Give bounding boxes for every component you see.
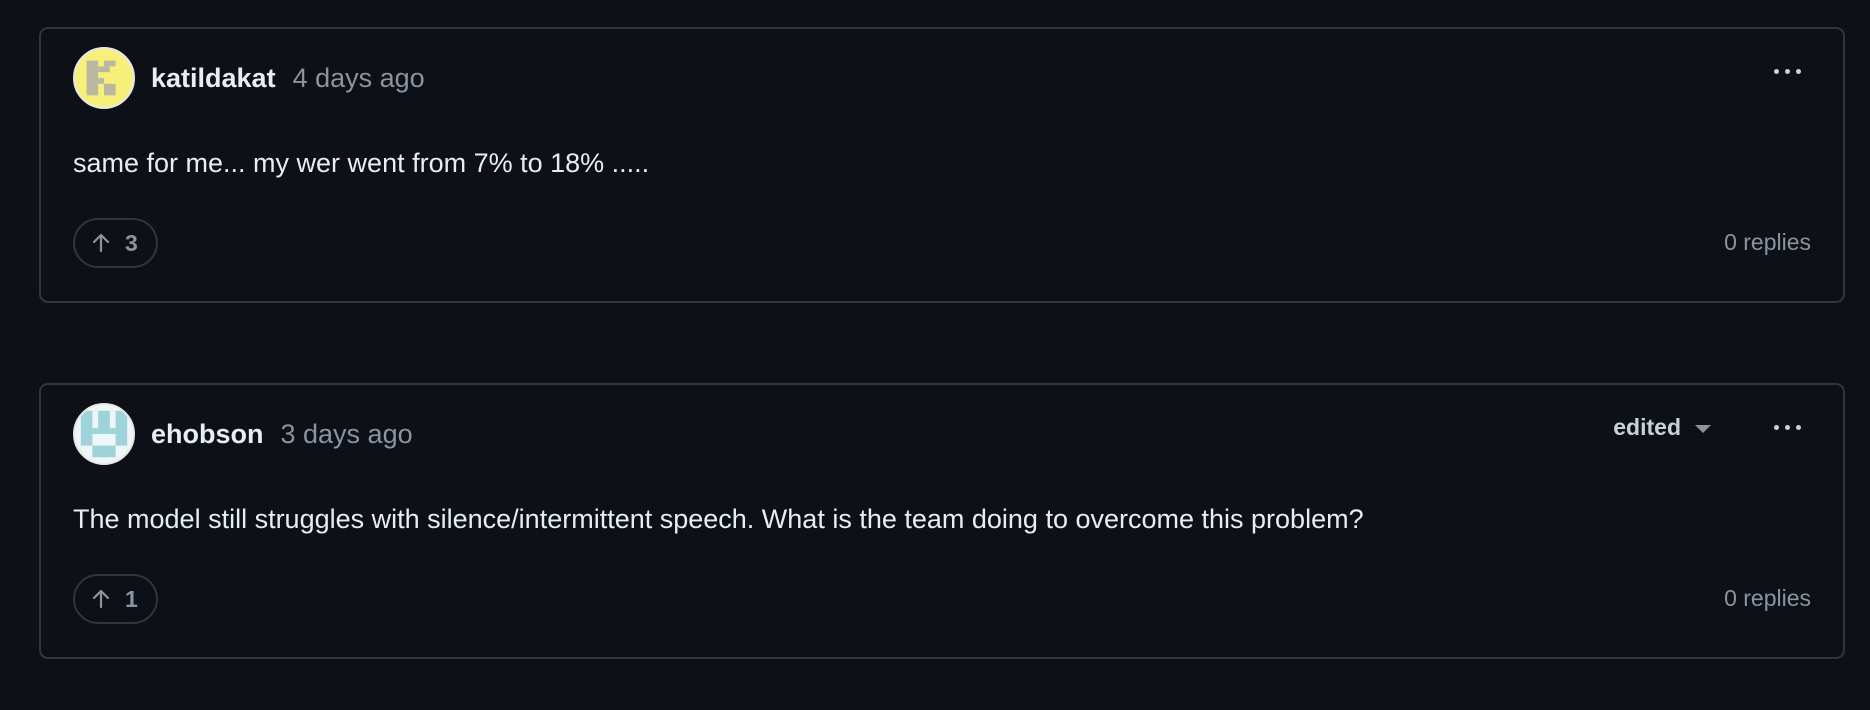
kebab-horizontal-icon: [1773, 424, 1779, 430]
arrow-up-icon: [92, 233, 110, 253]
replies-count[interactable]: 0 replies: [1724, 585, 1811, 612]
comment-timestamp[interactable]: 4 days ago: [293, 63, 425, 94]
identicon-icon: [75, 49, 133, 107]
upvote-count: 1: [125, 585, 138, 612]
author-name[interactable]: katildakat: [151, 63, 276, 94]
comment-body: The model still struggles with silence/i…: [73, 504, 1364, 534]
triangle-down-icon: [1695, 425, 1711, 433]
replies-count[interactable]: 0 replies: [1724, 229, 1811, 256]
upvote-count: 3: [125, 229, 138, 256]
author-name[interactable]: ehobson: [151, 419, 264, 450]
comment-header: ehobson 3 days ago edited: [73, 401, 1811, 467]
comment-footer: 1 0 replies: [73, 573, 1811, 625]
upvote-button[interactable]: 1: [73, 574, 158, 624]
arrow-up-icon: [92, 589, 110, 609]
more-options-button[interactable]: [1765, 56, 1809, 86]
comment-card: katildakat 4 days ago same for me... my …: [39, 27, 1845, 303]
upvote-button[interactable]: 3: [73, 218, 158, 268]
discussion-comments: katildakat 4 days ago same for me... my …: [0, 0, 1870, 710]
edited-history-dropdown[interactable]: edited: [1613, 414, 1711, 441]
comment-header: katildakat 4 days ago: [73, 45, 1811, 111]
comment-card: ehobson 3 days ago edited The model stil…: [39, 383, 1845, 659]
kebab-horizontal-icon: [1773, 68, 1779, 74]
identicon-icon: [75, 405, 133, 463]
comment-footer: 3 0 replies: [73, 217, 1811, 269]
comment-timestamp[interactable]: 3 days ago: [281, 419, 413, 450]
edited-label: edited: [1613, 413, 1681, 440]
comment-body: same for me... my wer went from 7% to 18…: [73, 148, 650, 178]
avatar[interactable]: [73, 47, 135, 109]
avatar[interactable]: [73, 403, 135, 465]
more-options-button[interactable]: [1765, 412, 1809, 442]
